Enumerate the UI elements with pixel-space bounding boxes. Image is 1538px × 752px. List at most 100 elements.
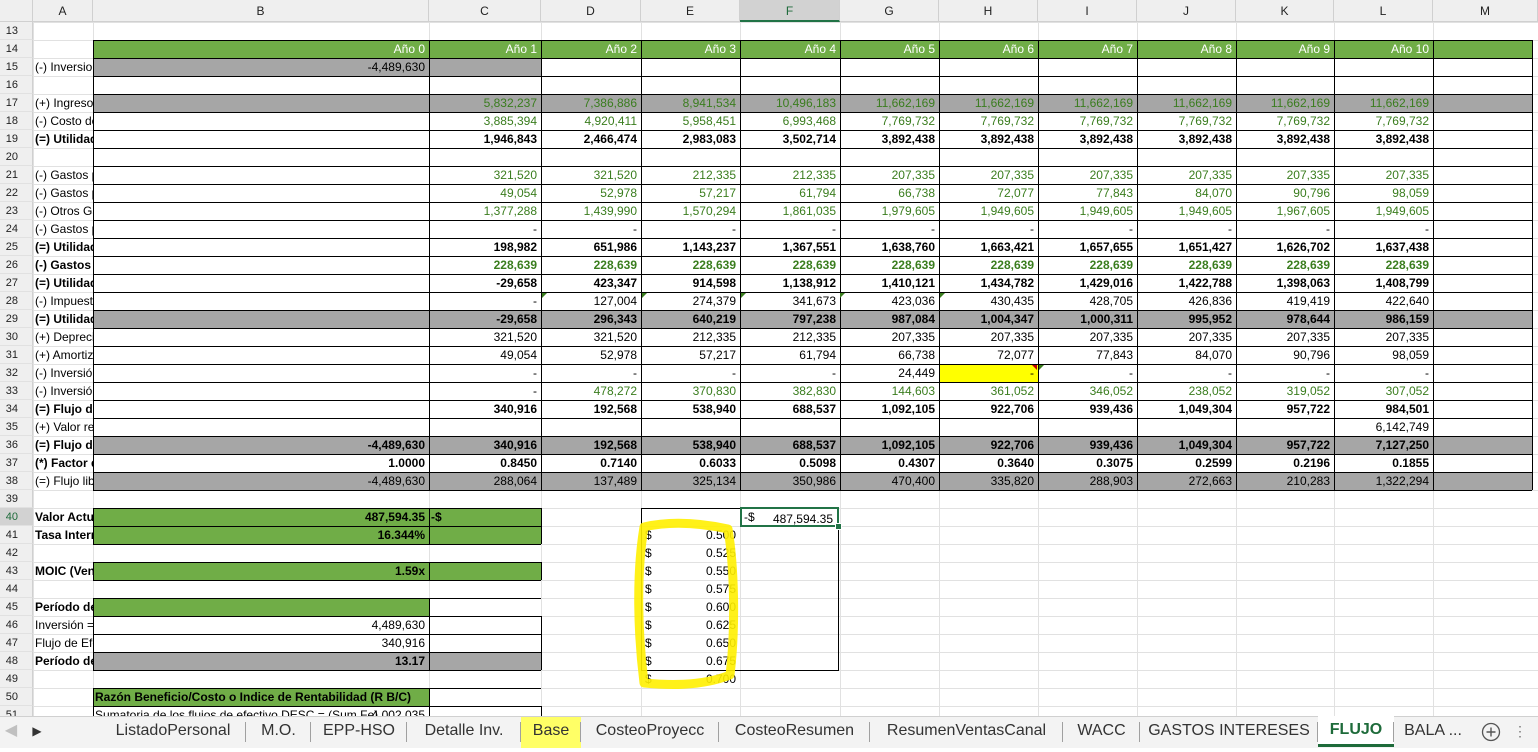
row-header[interactable]: 32 — [0, 364, 33, 382]
value-cell[interactable]: 321,520 — [541, 328, 641, 346]
value-cell[interactable]: 228,639 — [1236, 256, 1334, 274]
value-cell[interactable]: 238,052 — [1137, 382, 1236, 400]
value-cell[interactable]: 274,379 — [641, 292, 740, 310]
value-cell[interactable]: 1,949,605 — [1137, 202, 1236, 220]
value-cell[interactable]: - — [1334, 364, 1433, 382]
value-cell[interactable]: 207,335 — [1334, 166, 1433, 184]
value-cell[interactable]: 1,651,427 — [1137, 238, 1236, 256]
value-cell[interactable]: 98,059 — [1334, 346, 1433, 364]
value-cell[interactable]: 228,639 — [429, 256, 541, 274]
column-header-m[interactable]: M — [1433, 0, 1538, 22]
value-cell[interactable]: 1,004,347 — [939, 310, 1038, 328]
value-cell[interactable]: 228,639 — [740, 256, 840, 274]
column-header-a[interactable]: A — [33, 0, 93, 22]
value-cell[interactable]: 212,335 — [740, 328, 840, 346]
value-cell[interactable]: 6,993,468 — [740, 112, 840, 130]
value-cell[interactable]: 77,843 — [1038, 184, 1137, 202]
value-cell[interactable]: 11,662,169 — [1334, 94, 1433, 112]
value-cell[interactable]: - — [641, 220, 740, 238]
value-cell[interactable]: 144,603 — [840, 382, 939, 400]
value-cell[interactable]: 207,335 — [1137, 166, 1236, 184]
value-cell[interactable]: 978,644 — [1236, 310, 1334, 328]
value-cell[interactable]: 66,738 — [840, 346, 939, 364]
value-cell[interactable]: 3,892,438 — [939, 130, 1038, 148]
value-cell[interactable]: 3,892,438 — [1137, 130, 1236, 148]
value-cell[interactable]: - — [939, 364, 1038, 382]
value-cell[interactable]: 137,489 — [541, 472, 641, 490]
value-cell[interactable]: 370,830 — [641, 382, 740, 400]
value-cell[interactable]: 430,435 — [939, 292, 1038, 310]
value-cell[interactable]: 1,092,105 — [840, 400, 939, 418]
row-header[interactable]: 44 — [0, 580, 33, 598]
value-cell[interactable]: - — [429, 382, 541, 400]
value-cell[interactable]: 66,738 — [840, 184, 939, 202]
value-cell[interactable]: 11,662,169 — [939, 94, 1038, 112]
moic-value[interactable]: 1.59x — [93, 562, 429, 580]
value-cell[interactable]: - — [1038, 364, 1137, 382]
value-cell[interactable]: 361,052 — [939, 382, 1038, 400]
row-header[interactable]: 23 — [0, 202, 33, 220]
column-header-e[interactable]: E — [641, 0, 740, 22]
flujo-value[interactable]: 340,916 — [93, 634, 429, 652]
scroll-tabs-left-icon[interactable]: ◀ — [0, 717, 22, 748]
value-cell[interactable]: 922,706 — [939, 400, 1038, 418]
value-cell[interactable]: 1,410,121 — [840, 274, 939, 292]
value-cell[interactable]: 228,639 — [840, 256, 939, 274]
value-cell[interactable]: 207,335 — [840, 166, 939, 184]
value-cell[interactable]: 346,052 — [1038, 382, 1137, 400]
value-cell[interactable]: - — [641, 364, 740, 382]
value-cell[interactable]: 1,398,063 — [1236, 274, 1334, 292]
value-cell[interactable]: 1,143,237 — [641, 238, 740, 256]
value-cell[interactable]: 0.5098 — [740, 454, 840, 472]
value-cell[interactable]: -4,489,630 — [93, 436, 429, 454]
value-cell[interactable]: 538,940 — [641, 436, 740, 454]
value-cell[interactable]: 207,335 — [1236, 328, 1334, 346]
value-cell[interactable]: 1,949,605 — [1038, 202, 1137, 220]
value-cell[interactable]: 423,036 — [840, 292, 939, 310]
value-cell[interactable]: - — [541, 364, 641, 382]
value-cell[interactable]: 984,501 — [1334, 400, 1433, 418]
value-cell[interactable]: 1,092,105 — [840, 436, 939, 454]
column-header-b[interactable]: B — [93, 0, 429, 22]
value-cell[interactable]: - — [939, 220, 1038, 238]
value-cell[interactable]: 987,084 — [840, 310, 939, 328]
value-cell[interactable]: 228,639 — [1038, 256, 1137, 274]
value-cell[interactable]: 52,978 — [541, 346, 641, 364]
tir-value[interactable]: 16.344% — [93, 526, 429, 544]
value-cell[interactable]: 335,820 — [939, 472, 1038, 490]
sheet-tab-flujo[interactable]: FLUJO — [1318, 716, 1394, 747]
value-cell[interactable]: 10,496,183 — [740, 94, 840, 112]
value-cell[interactable]: 426,836 — [1137, 292, 1236, 310]
value-cell[interactable]: 49,054 — [429, 346, 541, 364]
value-cell[interactable]: 3,502,714 — [740, 130, 840, 148]
row-header[interactable]: 14 — [0, 40, 33, 58]
value-cell[interactable]: 341,673 — [740, 292, 840, 310]
row-header[interactable]: 30 — [0, 328, 33, 346]
sheet-tab-gastos-intereses[interactable]: GASTOS INTERESES — [1140, 717, 1318, 748]
value-cell[interactable]: - — [541, 220, 641, 238]
value-cell[interactable]: 61,794 — [740, 346, 840, 364]
value-cell[interactable]: 0.2599 — [1137, 454, 1236, 472]
value-cell[interactable]: 77,843 — [1038, 346, 1137, 364]
value-cell[interactable]: 419,419 — [1236, 292, 1334, 310]
value-cell[interactable]: 7,769,732 — [840, 112, 939, 130]
value-cell[interactable]: 11,662,169 — [1038, 94, 1137, 112]
fill-handle[interactable] — [835, 523, 842, 530]
value-cell[interactable]: 228,639 — [1334, 256, 1433, 274]
value-cell[interactable]: 640,219 — [641, 310, 740, 328]
value-cell[interactable]: 1,367,551 — [740, 238, 840, 256]
spreadsheet-grid[interactable]: Rubro/Año Año 0 Año 1 Año 2 Año 3 Año 4 Año 5 A… — [0, 0, 1538, 716]
value-cell[interactable]: 939,436 — [1038, 400, 1137, 418]
row-header[interactable]: 28 — [0, 292, 33, 310]
value-cell[interactable]: -4,489,630 — [93, 58, 429, 76]
value-cell[interactable]: 1,967,605 — [1236, 202, 1334, 220]
row-header[interactable]: 26 — [0, 256, 33, 274]
value-cell[interactable]: 1,422,788 — [1137, 274, 1236, 292]
scroll-tabs-right-icon[interactable]: ▶ — [26, 717, 48, 748]
row-header[interactable]: 18 — [0, 112, 33, 130]
row-header[interactable]: 41 — [0, 526, 33, 544]
row-header[interactable]: 20 — [0, 148, 33, 166]
value-cell[interactable]: 0.6033 — [641, 454, 740, 472]
value-cell[interactable]: 7,769,732 — [1236, 112, 1334, 130]
value-cell[interactable]: 1.0000 — [93, 454, 429, 472]
